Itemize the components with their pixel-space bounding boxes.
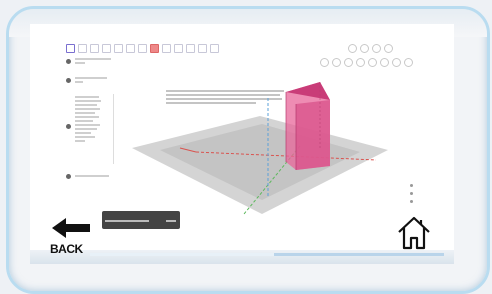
tooltip-help-link[interactable] bbox=[166, 220, 176, 222]
video-progress-fill bbox=[90, 253, 275, 256]
zoom-controls[interactable] bbox=[410, 184, 413, 203]
tool-tooltip bbox=[102, 211, 180, 229]
home-button[interactable] bbox=[396, 214, 432, 252]
video-progress-bar[interactable] bbox=[90, 253, 444, 256]
tooltip-text bbox=[105, 220, 149, 222]
back-label[interactable]: BACK bbox=[50, 242, 83, 256]
prism-front-face bbox=[296, 100, 330, 170]
triangular-prism[interactable] bbox=[285, 82, 330, 170]
arrow-left-icon bbox=[52, 218, 90, 238]
home-icon bbox=[398, 216, 430, 250]
